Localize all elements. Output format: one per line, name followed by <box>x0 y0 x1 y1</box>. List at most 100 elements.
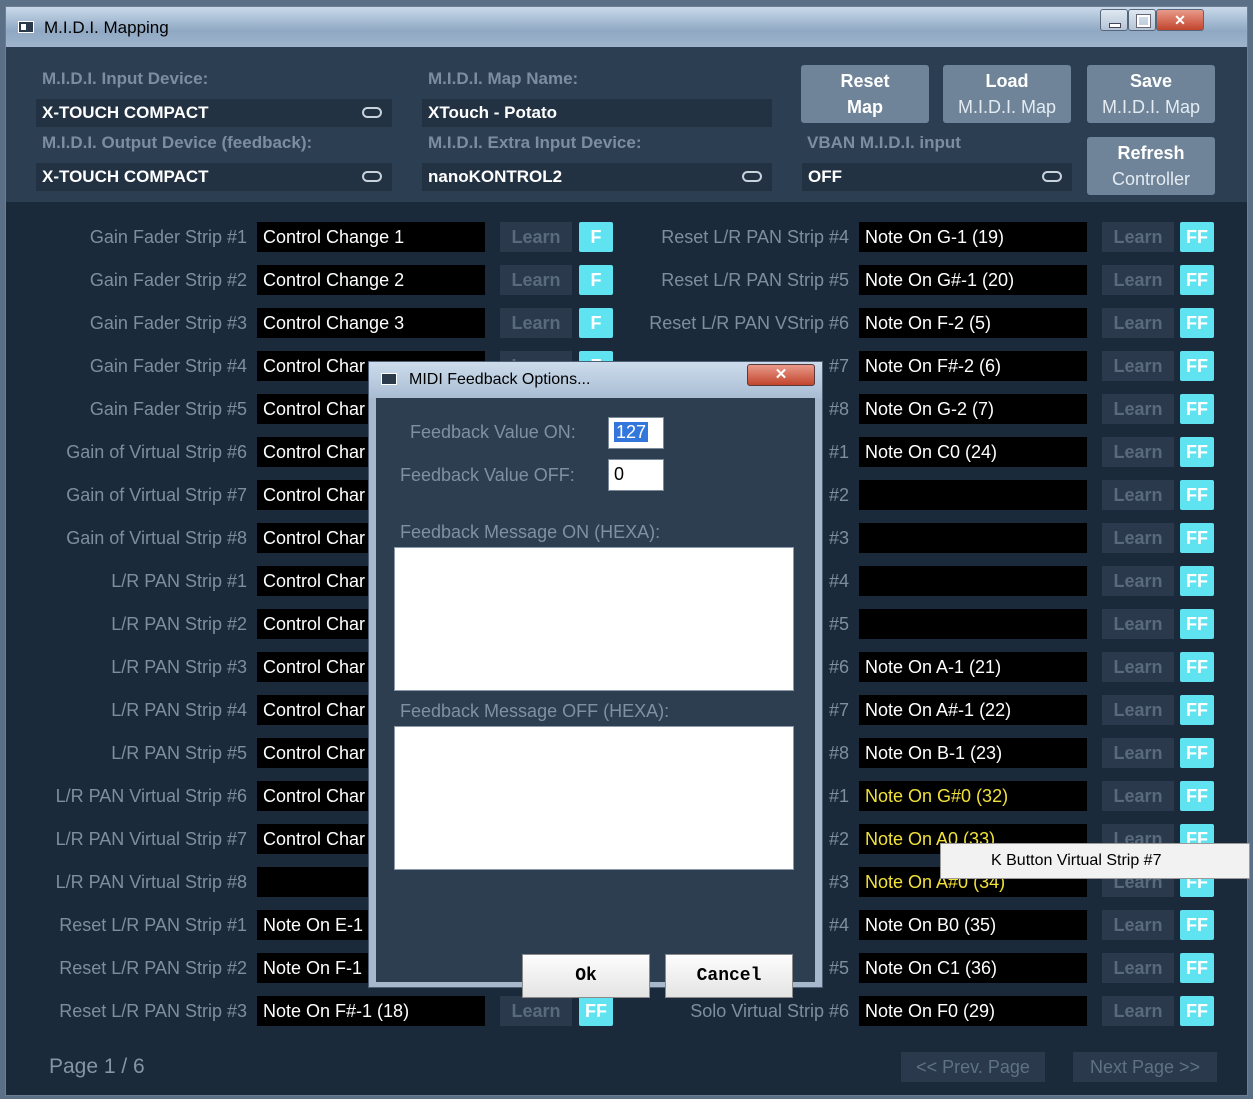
title-bar[interactable]: M.I.D.I. Mapping ✕ <box>6 7 1247 47</box>
learn-button[interactable]: Learn <box>1102 996 1174 1026</box>
feedback-options-button[interactable]: FF <box>1180 652 1214 682</box>
learn-button[interactable]: Learn <box>500 222 572 252</box>
learn-button[interactable]: Learn <box>1102 910 1174 940</box>
input-device-value: X-TOUCH COMPACT <box>42 103 209 122</box>
mapping-field[interactable]: Control Change 2 <box>257 265 485 295</box>
feedback-options-button[interactable]: F <box>579 308 613 338</box>
learn-button[interactable]: Learn <box>500 996 572 1026</box>
feedback-options-button[interactable]: FF <box>1180 738 1214 768</box>
learn-button[interactable]: Learn <box>1102 394 1174 424</box>
mapping-field[interactable] <box>859 480 1087 510</box>
learn-button[interactable]: Learn <box>1102 781 1174 811</box>
mapping-field[interactable]: Note On B0 (35) <box>859 910 1087 940</box>
close-icon: ✕ <box>774 366 788 383</box>
feedback-options-button[interactable]: FF <box>1180 910 1214 940</box>
next-page-button[interactable]: Next Page >> <box>1073 1052 1217 1082</box>
mapping-field[interactable]: Note On C0 (24) <box>859 437 1087 467</box>
row-label: Reset L/R PAN Strip #5 <box>661 270 849 290</box>
learn-button[interactable]: Learn <box>1102 222 1174 252</box>
maximize-button[interactable] <box>1128 9 1156 31</box>
feedback-options-button[interactable]: FF <box>579 996 613 1026</box>
row-label: #4 <box>828 915 849 935</box>
learn-button[interactable]: Learn <box>1102 308 1174 338</box>
learn-button[interactable]: Learn <box>1102 265 1174 295</box>
feedback-options-button[interactable]: FF <box>1180 394 1214 424</box>
feedback-message-on-textarea[interactable] <box>394 547 794 691</box>
row-label: Gain Fader Strip #1 <box>89 227 247 247</box>
feedback-options-button[interactable]: FF <box>1180 523 1214 553</box>
mapping-field[interactable]: Note On G-2 (7) <box>859 394 1087 424</box>
input-device-select[interactable]: X-TOUCH COMPACT <box>36 99 392 127</box>
feedback-options-button[interactable]: FF <box>1180 781 1214 811</box>
mapping-field[interactable]: Note On G-1 (19) <box>859 222 1087 252</box>
learn-button[interactable]: Learn <box>500 308 572 338</box>
learn-button[interactable]: Learn <box>500 265 572 295</box>
row-label: #8 <box>828 399 849 419</box>
row-label: Reset L/R PAN Strip #4 <box>661 227 849 247</box>
learn-button[interactable]: Learn <box>1102 953 1174 983</box>
refresh-controller-button[interactable]: Refresh Controller <box>1087 137 1215 195</box>
mapping-field[interactable] <box>859 523 1087 553</box>
row-label: Gain Fader Strip #4 <box>89 356 247 376</box>
learn-button[interactable]: Learn <box>1102 437 1174 467</box>
feedback-value-on-input[interactable]: 127 <box>608 417 664 449</box>
learn-button[interactable]: Learn <box>1102 523 1174 553</box>
mapping-field[interactable]: Note On G#0 (32) <box>859 781 1087 811</box>
feedback-value-off-input[interactable]: 0 <box>608 459 664 491</box>
learn-button[interactable]: Learn <box>1102 480 1174 510</box>
close-button[interactable]: ✕ <box>1156 9 1204 31</box>
feedback-options-button[interactable]: FF <box>1180 222 1214 252</box>
prev-page-button[interactable]: << Prev. Page <box>901 1052 1045 1082</box>
feedback-options-button[interactable]: FF <box>1180 265 1214 295</box>
dialog-title-bar[interactable]: MIDI Feedback Options... ✕ <box>369 362 822 398</box>
feedback-options-button[interactable]: F <box>579 265 613 295</box>
feedback-options-button[interactable]: F <box>579 222 613 252</box>
mapping-field[interactable] <box>859 566 1087 596</box>
dialog-close-button[interactable]: ✕ <box>747 364 815 386</box>
extra-input-select[interactable]: nanoKONTROL2 <box>422 163 772 191</box>
feedback-options-button[interactable]: FF <box>1180 996 1214 1026</box>
device-header: M.I.D.I. Input Device: X-TOUCH COMPACT M… <box>6 47 1247 202</box>
mapping-field[interactable]: Note On C1 (36) <box>859 953 1087 983</box>
reset-map-button[interactable]: Reset Map <box>801 65 929 123</box>
feedback-options-button[interactable]: FF <box>1180 609 1214 639</box>
feedback-options-button[interactable]: FF <box>1180 953 1214 983</box>
mapping-field[interactable]: Note On F#-2 (6) <box>859 351 1087 381</box>
mapping-field[interactable]: Note On A#-1 (22) <box>859 695 1087 725</box>
feedback-options-button[interactable]: FF <box>1180 351 1214 381</box>
learn-button[interactable]: Learn <box>1102 652 1174 682</box>
row-label: Gain of Virtual Strip #6 <box>66 442 247 462</box>
learn-button[interactable]: Learn <box>1102 609 1174 639</box>
load-map-button[interactable]: Load M.I.D.I. Map <box>943 65 1071 123</box>
learn-button[interactable]: Learn <box>1102 351 1174 381</box>
feedback-options-button[interactable]: FF <box>1180 308 1214 338</box>
ok-button[interactable]: Ok <box>522 954 650 998</box>
feedback-options-button[interactable]: FF <box>1180 695 1214 725</box>
mapping-field[interactable] <box>859 609 1087 639</box>
cancel-button[interactable]: Cancel <box>665 954 793 998</box>
minimize-button[interactable] <box>1100 9 1128 31</box>
output-device-select[interactable]: X-TOUCH COMPACT <box>36 163 392 191</box>
mapping-field[interactable]: Note On F#-1 (18) <box>257 996 485 1026</box>
mapping-field[interactable]: Note On F-2 (5) <box>859 308 1087 338</box>
feedback-options-button[interactable]: FF <box>1180 437 1214 467</box>
row-label: L/R PAN Virtual Strip #6 <box>55 786 247 806</box>
learn-button[interactable]: Learn <box>1102 738 1174 768</box>
vban-select[interactable]: OFF <box>802 163 1072 191</box>
row-label: #3 <box>828 872 849 892</box>
mapping-field[interactable]: Note On B-1 (23) <box>859 738 1087 768</box>
feedback-options-button[interactable]: FF <box>1180 480 1214 510</box>
feedback-message-off-textarea[interactable] <box>394 726 794 870</box>
save-map-button[interactable]: Save M.I.D.I. Map <box>1087 65 1215 123</box>
learn-button[interactable]: Learn <box>1102 566 1174 596</box>
mapping-field[interactable]: Note On G#-1 (20) <box>859 265 1087 295</box>
map-name-input[interactable]: XTouch - Potato <box>422 99 772 127</box>
learn-button[interactable]: Learn <box>1102 695 1174 725</box>
mapping-field[interactable]: Control Change 3 <box>257 308 485 338</box>
mapping-field[interactable]: Note On F0 (29) <box>859 996 1087 1026</box>
row-label: #1 <box>828 442 849 462</box>
feedback-value-off-label: Feedback Value OFF: <box>400 465 575 485</box>
mapping-field[interactable]: Note On A-1 (21) <box>859 652 1087 682</box>
feedback-options-button[interactable]: FF <box>1180 566 1214 596</box>
mapping-field[interactable]: Control Change 1 <box>257 222 485 252</box>
